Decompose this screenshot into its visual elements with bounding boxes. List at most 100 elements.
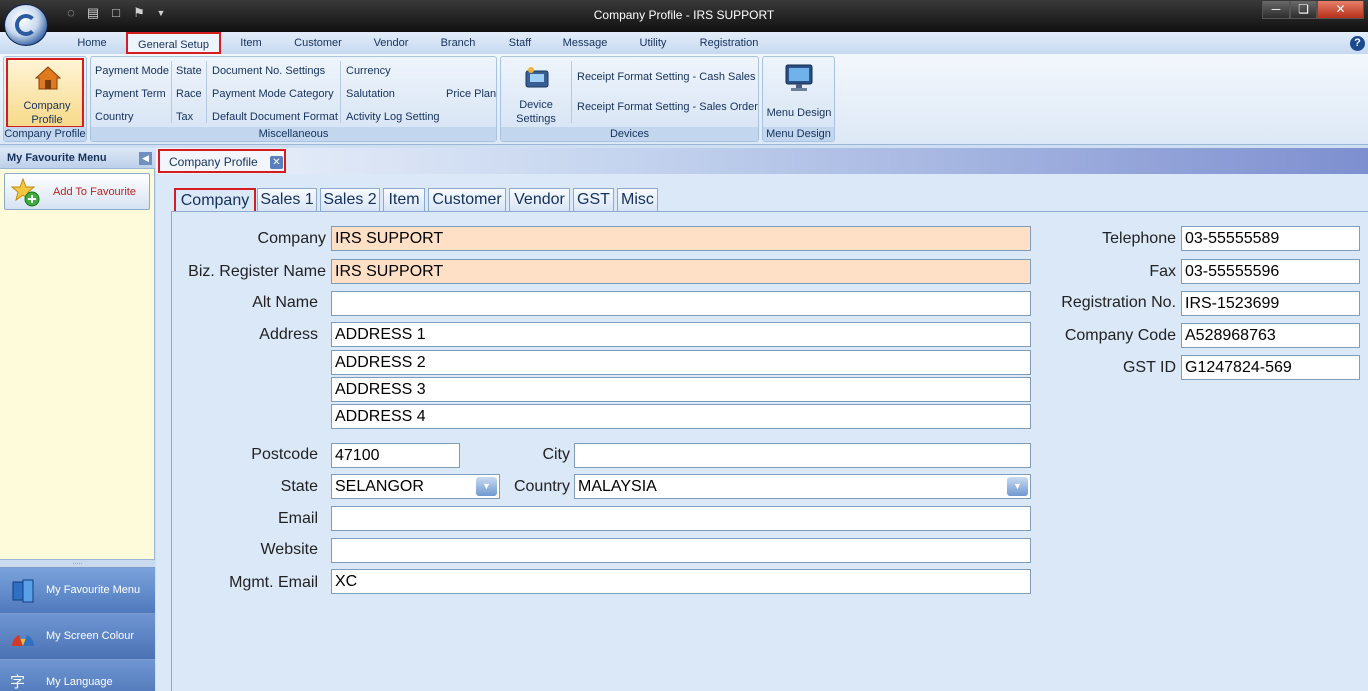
document-tab-company-profile[interactable]: Company Profile ✕ [158, 149, 286, 173]
state-value: SELANGOR [335, 478, 424, 495]
state-button[interactable]: State [176, 65, 202, 77]
help-icon[interactable]: ? [1350, 36, 1365, 51]
postcode-label: Postcode [251, 446, 318, 463]
add-to-favourite-button[interactable]: Add To Favourite [4, 173, 150, 210]
tab-item[interactable]: Item [228, 32, 274, 54]
default-document-format-button[interactable]: Default Document Format [212, 111, 338, 123]
nav-my-language[interactable]: 字 My Language [0, 659, 155, 691]
group-label-miscellaneous: Miscellaneous [91, 127, 496, 141]
gst-id-field[interactable]: G1247824-569 [1181, 355, 1360, 380]
currency-button[interactable]: Currency [346, 65, 391, 77]
city-label: City [542, 446, 570, 463]
favourite-pane-title: My Favourite Menu [7, 152, 107, 164]
tab-misc[interactable]: Misc [617, 188, 658, 212]
tab-home[interactable]: Home [66, 32, 118, 54]
tab-vendor[interactable]: Vendor [364, 32, 418, 54]
nav-my-favourite-menu[interactable]: My Favourite Menu [0, 567, 155, 613]
country-select[interactable]: MALAYSIA ▼ [574, 474, 1031, 499]
tab-customer-inner[interactable]: Customer [428, 188, 506, 212]
tab-customer[interactable]: Customer [286, 32, 350, 54]
state-select[interactable]: SELANGOR ▼ [331, 474, 500, 499]
receipt-format-cash-sales-button[interactable]: Receipt Format Setting - Cash Sales [577, 71, 756, 83]
menu-design-button[interactable]: Menu Design [765, 59, 833, 127]
close-tab-icon[interactable]: ✕ [270, 156, 283, 169]
app-logo-icon [15, 14, 37, 36]
group-label-company-profile: Company Profile [4, 127, 86, 141]
star-add-icon [11, 178, 40, 207]
group-devices: Device Settings Receipt Format Setting -… [500, 56, 759, 142]
registration-no-field[interactable]: IRS-1523699 [1181, 291, 1360, 316]
favourite-menu-icon [12, 579, 34, 603]
company-profile-label-2: Profile [31, 114, 63, 126]
company-code-field[interactable]: A528968763 [1181, 323, 1360, 348]
state-label: State [280, 478, 318, 495]
payment-mode-category-button[interactable]: Payment Mode Category [212, 88, 334, 100]
mgmt-email-field[interactable]: XC [331, 569, 1031, 594]
document-tab-strip [156, 148, 1368, 174]
minimize-button[interactable]: ─ [1262, 1, 1290, 19]
tab-utility[interactable]: Utility [631, 32, 675, 54]
payment-term-button[interactable]: Payment Term [95, 88, 166, 100]
favourite-pane-header: My Favourite Menu ◀ [0, 148, 155, 169]
email-field[interactable] [331, 506, 1031, 531]
app-menu-orb[interactable] [4, 4, 48, 46]
maximize-button[interactable]: ❏ [1290, 1, 1317, 19]
company-form: Company IRS SUPPORT Biz. Register Name I… [171, 212, 1368, 691]
tab-message[interactable]: Message [557, 32, 613, 54]
pane-splitter[interactable]: ..... [0, 559, 155, 567]
device-settings-button[interactable]: Device Settings [507, 59, 565, 127]
telephone-field[interactable]: 03-55555589 [1181, 226, 1360, 251]
salutation-button[interactable]: Salutation [346, 88, 395, 100]
nav-my-screen-colour[interactable]: My Screen Colour [0, 613, 155, 659]
nav-my-favourite-menu-label: My Favourite Menu [46, 584, 141, 596]
postcode-field[interactable]: 47100 [331, 443, 460, 468]
company-profile-label-1: Company [23, 100, 71, 112]
tab-vendor-inner[interactable]: Vendor [509, 188, 570, 212]
collapse-pane-icon[interactable]: ◀ [139, 152, 152, 165]
price-plan-button[interactable]: Price Plan [446, 88, 496, 100]
tax-button[interactable]: Tax [176, 111, 193, 123]
divider [206, 61, 207, 123]
tab-registration[interactable]: Registration [693, 32, 765, 54]
payment-mode-button[interactable]: Payment Mode [95, 65, 169, 77]
menu-tab-bar: Home General Setup Item Customer Vendor … [0, 32, 1368, 54]
address-line-3-field[interactable]: ADDRESS 3 [331, 377, 1031, 402]
alt-name-field[interactable] [331, 291, 1031, 316]
tab-staff[interactable]: Staff [500, 32, 540, 54]
ribbon: Company Profile Company Profile Payment … [0, 54, 1368, 145]
address-line-2-field[interactable]: ADDRESS 2 [331, 350, 1031, 375]
tab-general-setup[interactable]: General Setup [126, 32, 221, 54]
group-label-menu-design: Menu Design [763, 127, 834, 141]
tab-sales-1[interactable]: Sales 1 [257, 188, 317, 212]
divider [571, 61, 572, 123]
biz-register-name-field[interactable]: IRS SUPPORT [331, 259, 1031, 284]
country-value: MALAYSIA [578, 478, 657, 495]
race-button[interactable]: Race [176, 88, 202, 100]
website-field[interactable] [331, 538, 1031, 563]
country-button[interactable]: Country [95, 111, 134, 123]
close-button[interactable]: ✕ [1317, 1, 1364, 19]
city-field[interactable] [574, 443, 1031, 468]
company-profile-button[interactable]: Company Profile [6, 58, 84, 128]
tab-gst[interactable]: GST [573, 188, 614, 212]
fax-field[interactable]: 03-55555596 [1181, 259, 1360, 284]
country-dropdown-icon[interactable]: ▼ [1007, 477, 1028, 496]
tab-branch[interactable]: Branch [433, 32, 483, 54]
document-no-settings-button[interactable]: Document No. Settings [212, 65, 325, 77]
divider [340, 61, 341, 123]
group-miscellaneous: Payment Mode Payment Term Country State … [90, 56, 497, 142]
activity-log-setting-button[interactable]: Activity Log Setting [346, 111, 440, 123]
tab-item-inner[interactable]: Item [383, 188, 425, 212]
receipt-format-sales-order-button[interactable]: Receipt Format Setting - Sales Order [577, 101, 758, 113]
company-field[interactable]: IRS SUPPORT [331, 226, 1031, 251]
address-line-4-field[interactable]: ADDRESS 4 [331, 404, 1031, 429]
house-icon [35, 66, 61, 90]
favourite-pane: Add To Favourite [0, 169, 155, 559]
tab-sales-2[interactable]: Sales 2 [320, 188, 380, 212]
device-settings-label-2: Settings [516, 113, 556, 125]
address-label: Address [259, 326, 318, 343]
state-dropdown-icon[interactable]: ▼ [476, 477, 497, 496]
address-line-1-field[interactable]: ADDRESS 1 [331, 322, 1031, 347]
tab-company[interactable]: Company [174, 188, 256, 213]
menu-design-label: Menu Design [766, 107, 832, 119]
